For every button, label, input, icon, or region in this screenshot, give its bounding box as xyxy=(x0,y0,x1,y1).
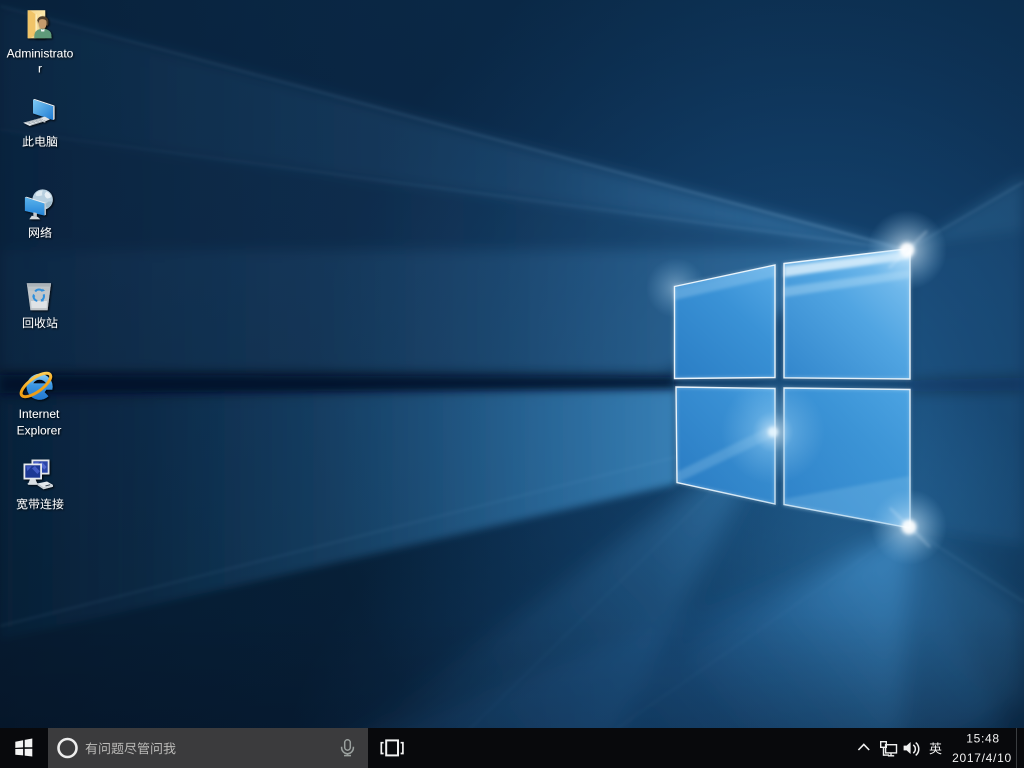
svg-text:r: r xyxy=(38,62,42,76)
svg-text:Internet: Internet xyxy=(19,407,60,421)
svg-text:15:48: 15:48 xyxy=(966,732,1000,746)
svg-text:Explorer: Explorer xyxy=(17,424,62,438)
svg-text:2017/4/10: 2017/4/10 xyxy=(952,751,1012,765)
svg-text:Administrato: Administrato xyxy=(7,47,74,61)
